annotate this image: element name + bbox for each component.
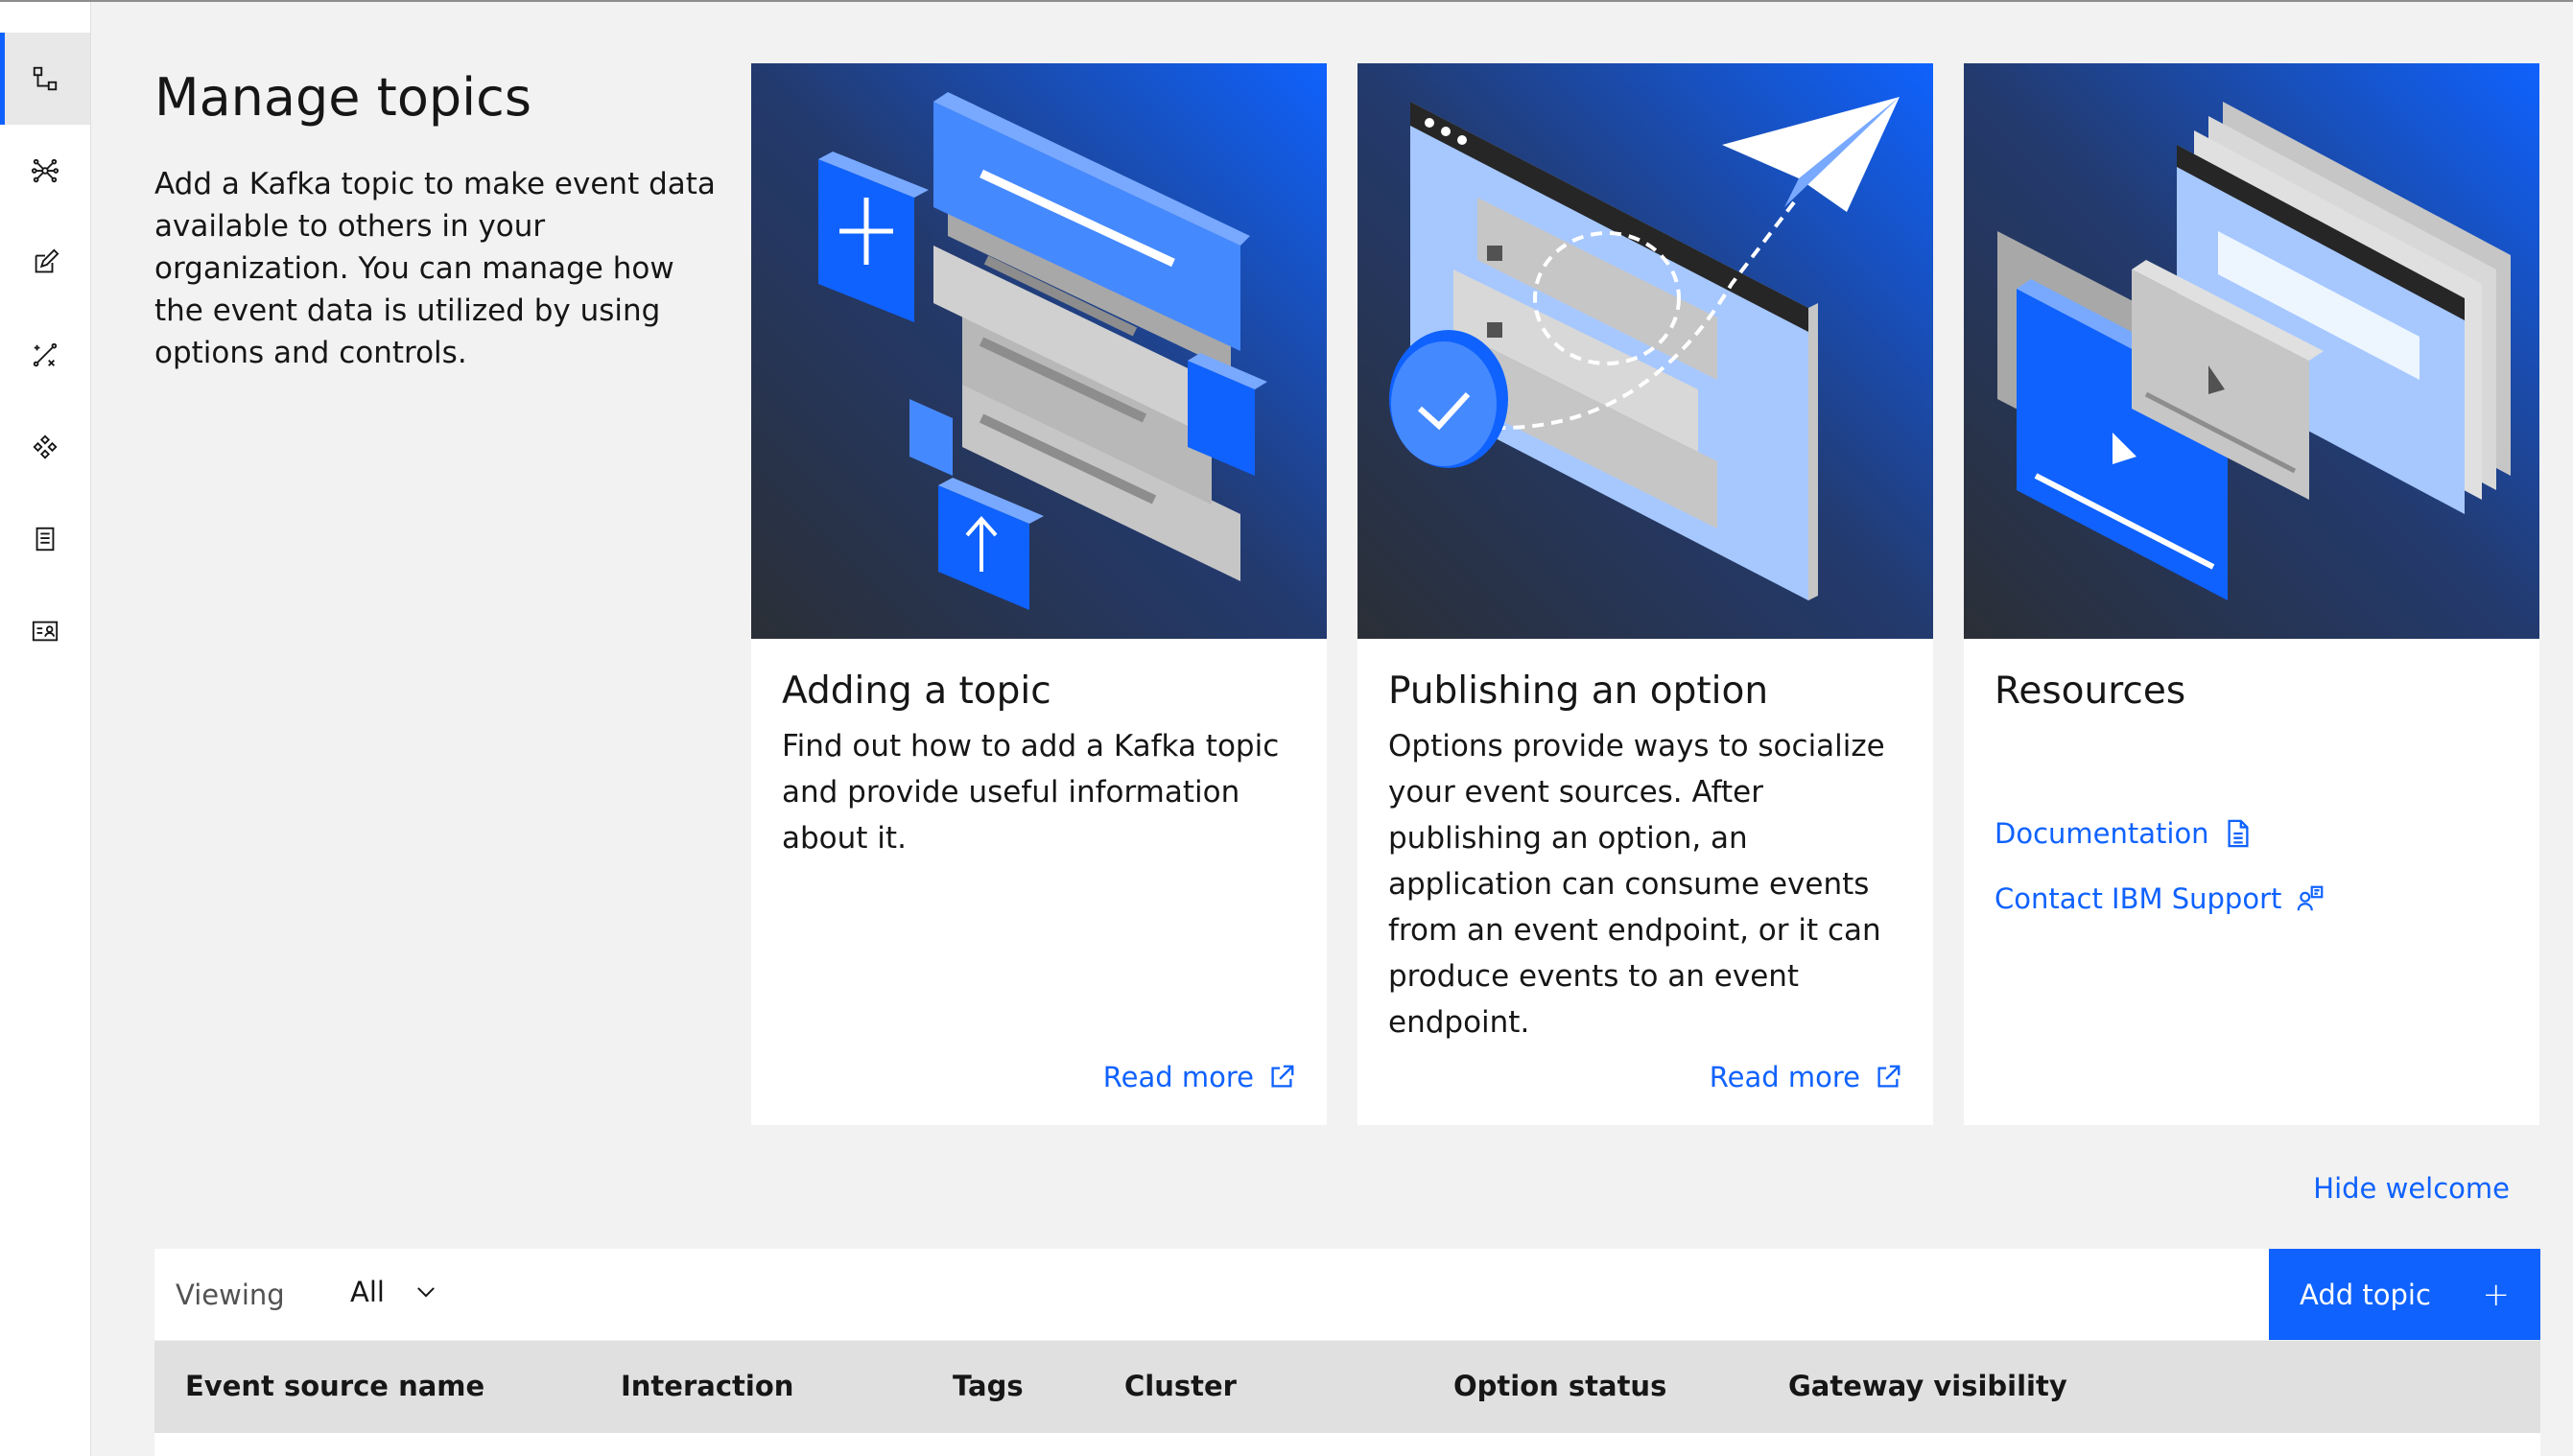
sidebar-item-topics[interactable] <box>0 33 90 125</box>
card-title: Resources <box>1995 669 2186 713</box>
card-title: Publishing an option <box>1388 669 1769 713</box>
user-profile-icon <box>32 621 59 642</box>
tools-icon <box>33 342 58 367</box>
column-header-option-status[interactable]: Option status <box>1453 1370 1666 1402</box>
table-row <box>154 1433 2540 1456</box>
card-adding-topic: Adding a topic Find out how to add a Kaf… <box>751 63 1327 1125</box>
table-toolbar: Viewing All Add topic + <box>154 1249 2540 1340</box>
network-icon <box>31 158 59 183</box>
side-nav <box>0 2 91 1456</box>
documentation-link[interactable]: Documentation <box>1995 817 2252 850</box>
add-topic-button[interactable]: Add topic + <box>2269 1249 2540 1340</box>
sidebar-item-profile[interactable] <box>0 585 90 677</box>
viewing-label: Viewing <box>176 1279 285 1311</box>
viewing-value: All <box>350 1276 385 1308</box>
contact-support-link[interactable]: Contact IBM Support <box>1995 882 2324 915</box>
card-title: Adding a topic <box>782 669 1051 713</box>
read-more-label: Read more <box>1709 1061 1860 1093</box>
publishing-option-illustration <box>1357 63 1933 639</box>
column-header-tags[interactable]: Tags <box>953 1370 1024 1402</box>
column-header-event-source-name[interactable]: Event source name <box>185 1370 484 1402</box>
card-body: Find out how to add a Kafka topic and pr… <box>782 729 1280 856</box>
sidebar-item-network[interactable] <box>0 125 90 217</box>
viewing-dropdown[interactable]: All <box>350 1276 438 1308</box>
column-header-cluster[interactable]: Cluster <box>1124 1370 1237 1402</box>
catalog-icon <box>35 527 55 552</box>
add-topic-label: Add topic <box>2300 1278 2431 1311</box>
add-icon: + <box>2482 1275 2511 1314</box>
contact-support-label: Contact IBM Support <box>1995 882 2282 915</box>
read-more-link[interactable]: Read more <box>1710 1061 1902 1093</box>
launch-icon <box>1877 1065 1900 1088</box>
column-header-gateway-visibility[interactable]: Gateway visibility <box>1788 1370 2067 1402</box>
page-title: Manage topics <box>154 67 531 128</box>
top-border <box>0 0 2573 2</box>
launch-icon <box>1271 1065 1294 1088</box>
sidebar-item-tools[interactable] <box>0 309 90 401</box>
card-resources: Resources Documentation Contact IBM Supp… <box>1964 63 2539 1125</box>
document-icon <box>2228 819 2249 848</box>
sidebar-item-edit[interactable] <box>0 217 90 309</box>
adding-topic-illustration <box>751 63 1327 639</box>
sidebar-item-integration[interactable] <box>0 401 90 493</box>
support-icon <box>2298 885 2324 911</box>
table-header: Event source name Interaction Tags Clust… <box>154 1341 2540 1433</box>
hide-welcome-link[interactable]: Hide welcome <box>2313 1172 2510 1205</box>
read-more-link[interactable]: Read more <box>1103 1061 1296 1093</box>
edit-icon <box>35 248 59 273</box>
resources-illustration <box>1964 63 2539 639</box>
card-body: Options provide ways to socialize your e… <box>1388 729 1885 1040</box>
sidebar-item-catalog[interactable] <box>0 493 90 585</box>
page-intro: Add a Kafka topic to make event data ava… <box>154 167 716 370</box>
card-publishing-option: Publishing an option Options provide way… <box>1357 63 1933 1125</box>
read-more-label: Read more <box>1102 1061 1254 1093</box>
integration-icon <box>33 434 58 459</box>
column-header-interaction[interactable]: Interaction <box>621 1370 793 1402</box>
flow-icon <box>33 66 58 91</box>
chevron-down-icon <box>417 1287 435 1298</box>
documentation-label: Documentation <box>1995 817 2209 850</box>
